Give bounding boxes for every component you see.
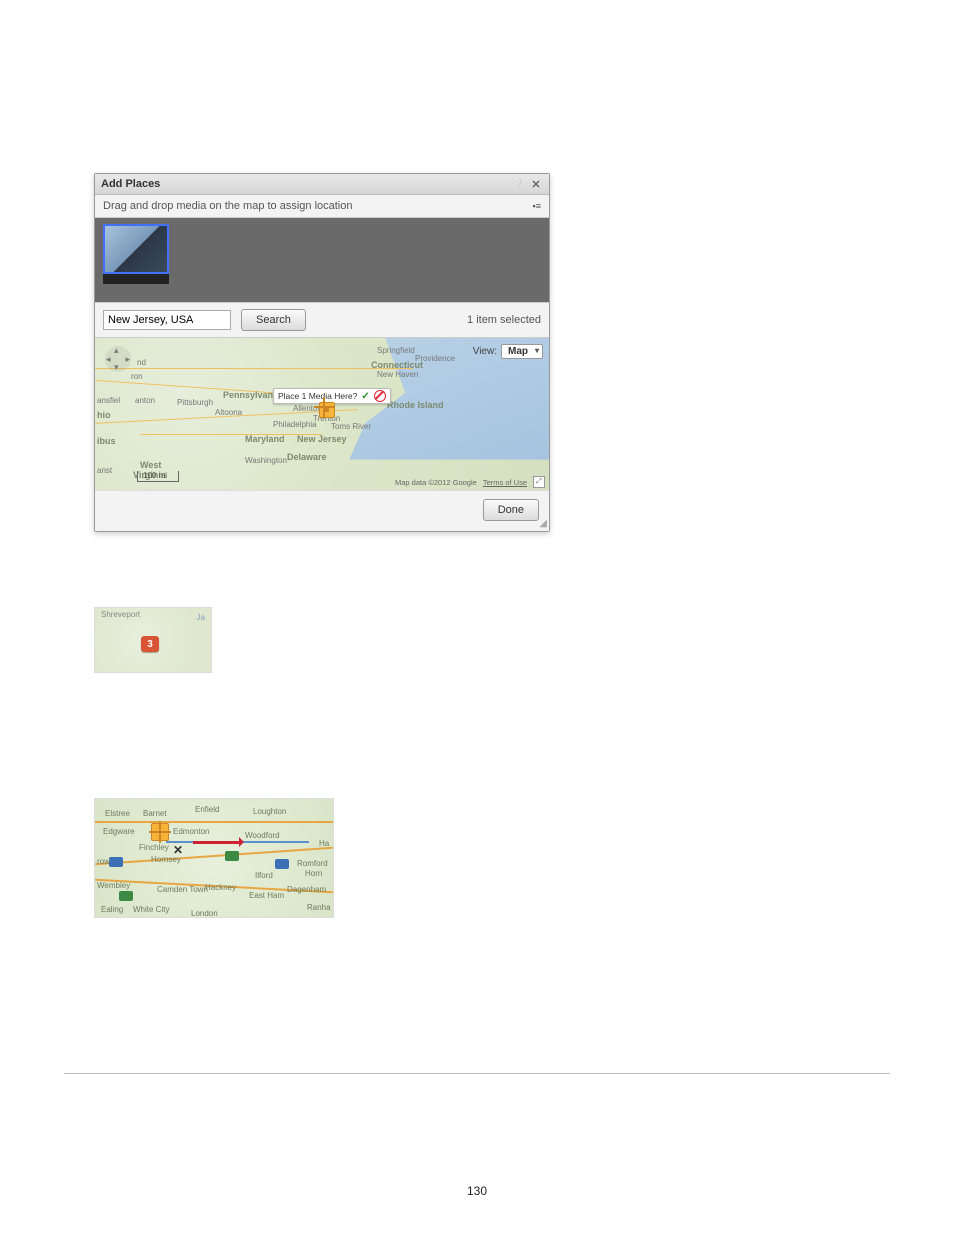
map-label: nd	[137, 358, 146, 367]
media-drop-marker[interactable]	[319, 402, 335, 418]
done-button[interactable]: Done	[483, 499, 539, 521]
map-label: Ealing	[101, 905, 123, 914]
map-label: Horn	[305, 869, 322, 878]
map-label: Woodford	[245, 831, 280, 840]
move-arrow-annotation	[193, 837, 249, 847]
map-label: Barnet	[143, 809, 167, 818]
map-view-switcher[interactable]: View: Map	[473, 344, 543, 359]
close-icon[interactable]: ✕	[529, 177, 543, 191]
map-label: anst	[97, 466, 112, 475]
fullscreen-icon[interactable]: ⤢	[533, 476, 545, 488]
map-label: Edgware	[103, 827, 135, 836]
selection-status: 1 item selected	[467, 314, 541, 326]
map-label: ibus	[97, 436, 116, 446]
resize-handle-icon[interactable]: ◢	[539, 518, 547, 529]
map-label: Loughton	[253, 807, 286, 816]
search-button[interactable]: Search	[241, 309, 306, 331]
page-number: 130	[0, 1184, 954, 1198]
map-canvas[interactable]: ▴▾ ◂▸ View: Map Pennsylvania Connecticut…	[95, 337, 549, 490]
map-label: Philadelphia	[273, 420, 317, 429]
map-label: Maryland	[245, 434, 285, 444]
map-label: Toms River	[331, 422, 371, 431]
map-label: Camden Town	[157, 885, 208, 894]
map-label: Hackney	[205, 883, 236, 892]
map-label: Washington	[245, 456, 287, 465]
map-label: East Ham	[249, 891, 284, 900]
map-label: Elstree	[105, 809, 130, 818]
dialog-footer: Done	[95, 490, 549, 531]
map-label: Dagenham	[287, 885, 326, 894]
map-label: Ja	[197, 613, 205, 622]
map-cluster-thumbnail: Shreveport Ja 3	[94, 607, 212, 673]
map-label: New Haven	[377, 370, 418, 379]
map-label: West	[140, 460, 161, 470]
map-pan-zoom-control[interactable]: ▴▾ ◂▸	[105, 346, 131, 384]
map-label: White City	[133, 905, 169, 914]
map-move-thumbnail: Elstree Barnet Enfield Loughton Edgware …	[94, 798, 334, 918]
list-toggle-icon[interactable]: ▪≡	[533, 201, 541, 211]
instruction-text: Drag and drop media on the map to assign…	[103, 200, 353, 212]
horizontal-rule	[64, 1073, 890, 1074]
location-search-input[interactable]	[103, 310, 231, 330]
cluster-pin[interactable]: 3	[141, 636, 159, 652]
map-label: ansfiel	[97, 396, 120, 405]
map-label: Rhode Island	[387, 400, 444, 410]
map-scale-label: 100 mi	[143, 471, 167, 480]
terms-link[interactable]: Terms of Use	[483, 478, 527, 487]
map-label: Enfield	[195, 805, 219, 814]
instruction-row: Drag and drop media on the map to assign…	[95, 195, 549, 218]
confirm-icon[interactable]: ✓	[361, 391, 369, 402]
view-dropdown[interactable]: Map	[501, 344, 543, 359]
map-label: anton	[135, 396, 155, 405]
media-drop-marker[interactable]	[151, 823, 169, 841]
map-attribution: Map data ©2012 Google Terms of Use ⤢	[395, 476, 545, 488]
map-label: Providence	[415, 354, 455, 363]
map-label: Ranha	[307, 903, 331, 912]
add-places-dialog: Add Places ❔ ✕ Drag and drop media on th…	[94, 173, 550, 532]
search-row: Search 1 item selected	[95, 302, 549, 337]
map-label: Edmonton	[173, 827, 209, 836]
media-thumbnail[interactable]	[103, 224, 169, 274]
map-label: Springfield	[377, 346, 415, 355]
map-label: Romford	[297, 859, 328, 868]
map-label: Pittsburgh	[177, 398, 213, 407]
dialog-title: Add Places	[101, 178, 160, 190]
map-label: Wembley	[97, 881, 130, 890]
map-label: Altoona	[215, 408, 242, 417]
map-label: Delaware	[287, 452, 327, 462]
media-tray	[95, 218, 549, 302]
remove-icon[interactable]: ✕	[173, 843, 183, 857]
map-label: London	[191, 909, 218, 918]
help-icon[interactable]: ❔	[511, 177, 525, 191]
map-label: row	[97, 857, 110, 866]
map-label: Pennsylvania	[223, 390, 281, 400]
cancel-icon[interactable]	[374, 390, 386, 402]
map-label: Finchley	[139, 843, 169, 852]
map-label: Ilford	[255, 871, 273, 880]
map-label: Ha	[319, 839, 329, 848]
map-label: New Jersey	[297, 434, 347, 444]
dialog-titlebar: Add Places ❔ ✕	[95, 174, 549, 195]
map-label: hio	[97, 410, 111, 420]
map-label: Shreveport	[101, 610, 140, 619]
map-label: ron	[131, 372, 143, 381]
